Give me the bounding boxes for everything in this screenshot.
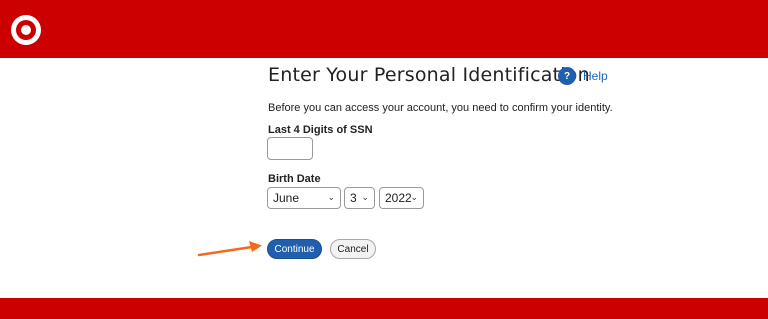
birth-day-value: 3 (350, 191, 357, 205)
help-link[interactable]: ? Help (558, 67, 608, 85)
birth-year-value: 2022 (385, 191, 412, 205)
site-header (0, 0, 768, 58)
site-footer (0, 298, 768, 319)
arrow-right-icon (197, 241, 262, 257)
ssn-label: Last 4 Digits of SSN (268, 124, 373, 136)
continue-button[interactable]: Continue (267, 239, 322, 259)
birth-month-select[interactable]: June ⌄ (267, 187, 341, 209)
chevron-down-icon: ⌄ (327, 192, 335, 202)
birth-month-value: June (273, 191, 300, 205)
chevron-down-icon: ⌄ (410, 192, 418, 202)
cancel-button[interactable]: Cancel (330, 239, 376, 259)
instruction-text: Before you can access your account, you … (268, 102, 613, 114)
question-icon[interactable]: ? (558, 67, 576, 85)
ssn-input[interactable] (267, 137, 313, 160)
page-title: Enter Your Personal Identification (268, 64, 590, 86)
chevron-down-icon: ⌄ (361, 192, 369, 202)
target-logo-icon[interactable] (10, 14, 42, 46)
help-label[interactable]: Help (583, 69, 608, 83)
birth-year-select[interactable]: 2022 ⌄ (379, 187, 424, 209)
birth-date-label: Birth Date (268, 173, 321, 185)
birth-day-select[interactable]: 3 ⌄ (344, 187, 375, 209)
